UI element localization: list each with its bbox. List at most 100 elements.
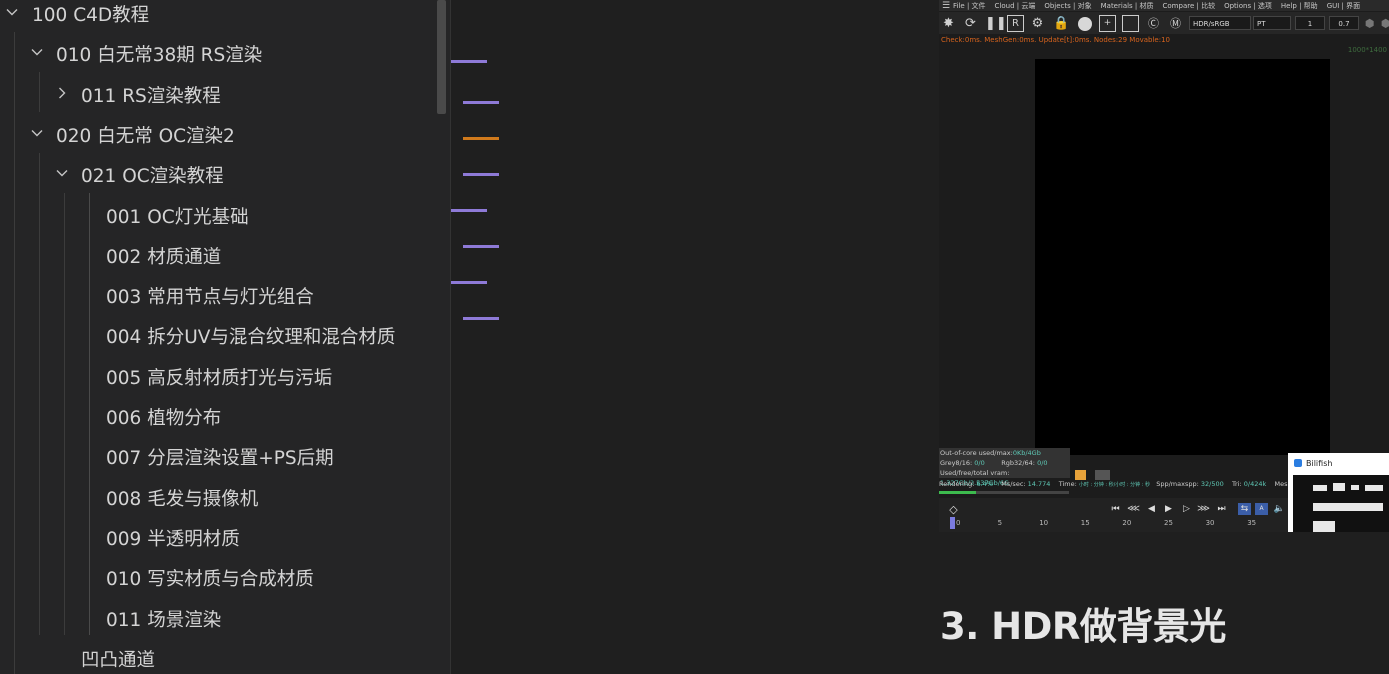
range-icon: A: [1255, 503, 1268, 515]
chevron-down-icon[interactable]: [30, 45, 44, 59]
thumb-block: [1313, 503, 1383, 511]
tree-item-label: 010 写实材质与合成材质: [106, 569, 314, 591]
tree-item-label: 006 植物分布: [106, 408, 222, 429]
keyframe-icon: ◇: [949, 503, 958, 516]
chevron-down-icon[interactable]: [55, 166, 69, 180]
render-progress-fill: [939, 491, 977, 494]
send-scene-icon: ✸: [943, 16, 954, 31]
bilifish-thumbnail: [1293, 475, 1389, 532]
material-pick-icon: Ⓜ: [1170, 17, 1181, 30]
outline-mark: [451, 209, 487, 212]
menu-item: Options | 选项: [1224, 1, 1272, 10]
tree-item-label: 020 白无常 OC渲染2: [56, 125, 235, 147]
stat-value: 0/0: [1037, 459, 1048, 467]
tree-item[interactable]: 003 常用节点与灯光组合: [0, 274, 436, 314]
chevron-down-icon[interactable]: [30, 126, 44, 140]
colorspace-select: HDR/sRGB: [1189, 16, 1251, 30]
chevron-right-icon[interactable]: [55, 86, 69, 100]
timeline-tick-label: 15: [1080, 519, 1090, 527]
tree-item[interactable]: 004 拆分UV与混合纹理和混合材质: [0, 314, 436, 354]
resolution-label: 1000*1400: [1347, 46, 1387, 54]
tree-item[interactable]: 006 植物分布: [0, 395, 436, 435]
thumb-block: [1351, 485, 1359, 490]
viewer-menubar: ☰ File | 文件 Cloud | 云端 Objects | 对象 Mate…: [939, 0, 1389, 11]
bilifish-logo-icon: [1294, 459, 1302, 467]
tree-scrollbar[interactable]: [437, 0, 446, 114]
hexagon-icon: ⬢: [1364, 17, 1375, 30]
tree-item[interactable]: 002 材质通道: [0, 234, 436, 274]
ms-label: Ms/sec:: [1001, 480, 1026, 488]
tri-label: Tri:: [1232, 480, 1242, 488]
thumb-block: [1313, 521, 1335, 532]
menu-item: Cloud | 云端: [994, 1, 1036, 10]
menu-item: Compare | 比较: [1162, 1, 1216, 10]
go-end-icon: ⏭: [1217, 504, 1226, 514]
stat-label: Out-of-core used/max:: [940, 449, 1013, 457]
tree-item-label: 005 高反射材质打光与污垢: [106, 367, 333, 389]
spp-value: 32/500: [1200, 480, 1224, 488]
refresh-icon: ⟳: [965, 16, 976, 31]
tree-item-label: 008 毛发与摄像机: [106, 488, 259, 510]
viewer-toolbar: ✸ ⟳ ❚❚ R ⚙ 🔒 + Ⓒ Ⓜ HDR/sRGB PT 1 0.7 ⬢ ⬢: [939, 12, 1389, 34]
tree-item[interactable]: 007 分层渲染设置+PS后期: [0, 435, 436, 475]
thumb-block: [1365, 485, 1383, 491]
go-start-icon: ⏮: [1111, 504, 1120, 514]
timeline-tick-label: 5: [997, 519, 1003, 527]
sphere-icon: [1076, 15, 1093, 32]
chevron-down-icon[interactable]: [5, 5, 19, 19]
rendering-value: 6.4%: [976, 480, 993, 488]
section-heading: 3. HDR做背景光: [940, 605, 1226, 648]
tree-item[interactable]: 009 半透明材质: [0, 516, 436, 556]
outline-mark: [463, 317, 499, 320]
hexagon-icon: ⬢: [1380, 17, 1389, 30]
tree-item-label: 009 半透明材质: [106, 528, 240, 550]
timeline-tick-label: 0: [956, 519, 961, 527]
tree-item[interactable]: 100 C4D教程: [0, 0, 436, 32]
prev-key-icon: ⋘: [1127, 504, 1140, 514]
tree-item[interactable]: 011 RS渲染教程: [0, 73, 436, 113]
timeline-tick-label: 10: [1039, 519, 1049, 527]
tree-item[interactable]: 021 OC渲染教程: [0, 153, 436, 193]
ms-value: 14.774: [1027, 480, 1051, 488]
memory-stats: Out-of-core used/max:0Kb/4Gb Grey8/16: 0…: [939, 448, 1110, 487]
next-frame-icon: ▷: [1183, 504, 1190, 514]
tree-item-label: 100 C4D教程: [32, 5, 150, 26]
thumb-block: [1313, 485, 1327, 491]
focus-pick-icon: Ⓒ: [1148, 17, 1159, 30]
tree-item[interactable]: 008 毛发与摄像机: [0, 476, 436, 516]
timeline-tick-label: 20: [1122, 519, 1132, 527]
settings-gear-icon: ⚙: [1031, 16, 1044, 31]
tree-item-label: 004 拆分UV与混合纹理和混合材质: [106, 327, 396, 349]
value-field-1: 1: [1295, 16, 1325, 30]
loop-icon: ⇆: [1238, 503, 1251, 515]
tree-item[interactable]: 011 场景渲染: [0, 597, 436, 637]
outline-mark: [463, 173, 499, 176]
spp-label: Spp/maxspp:: [1156, 480, 1199, 488]
tree-item[interactable]: 005 高反射材质打光与污垢: [0, 355, 436, 395]
menu-item: Help | 帮助: [1280, 1, 1318, 10]
render-viewport: [1035, 59, 1330, 455]
tri-value: 0/424k: [1243, 480, 1267, 488]
hamburger-icon: ☰: [941, 0, 951, 11]
panel-divider[interactable]: [450, 0, 451, 674]
add-region-icon: +: [1099, 15, 1116, 32]
tree-item[interactable]: 020 白无常 OC渲染2: [0, 113, 436, 153]
region-render-icon: R: [1007, 15, 1024, 32]
bilifish-window-preview: Bilifish: [1288, 453, 1389, 532]
tree-item[interactable]: 001 OC灯光基础: [0, 194, 436, 234]
tree-item[interactable]: 010 白无常38期 RS渲染: [0, 32, 436, 72]
clay-mode-icon: [1122, 15, 1139, 32]
stat-value: 0/0: [974, 459, 985, 467]
outline-mark: [463, 245, 499, 248]
stat-label: Grey8/16:: [940, 459, 973, 467]
outline-mark: [463, 101, 499, 104]
tree-item-label: 003 常用节点与灯光组合: [106, 287, 314, 309]
tree-item[interactable]: 010 写实材质与合成材质: [0, 556, 436, 596]
tree-item-label: 002 材质通道: [106, 246, 222, 268]
play-icon: ▶: [1165, 504, 1172, 514]
stat-label: Used/free/total vram:: [940, 469, 1010, 477]
timeline-tick-label: 30: [1205, 519, 1215, 527]
tree-item-label: 011 场景渲染: [106, 609, 222, 631]
tree-item[interactable]: 凹凸通道: [0, 637, 436, 674]
render-progress-bar: [939, 491, 1069, 494]
